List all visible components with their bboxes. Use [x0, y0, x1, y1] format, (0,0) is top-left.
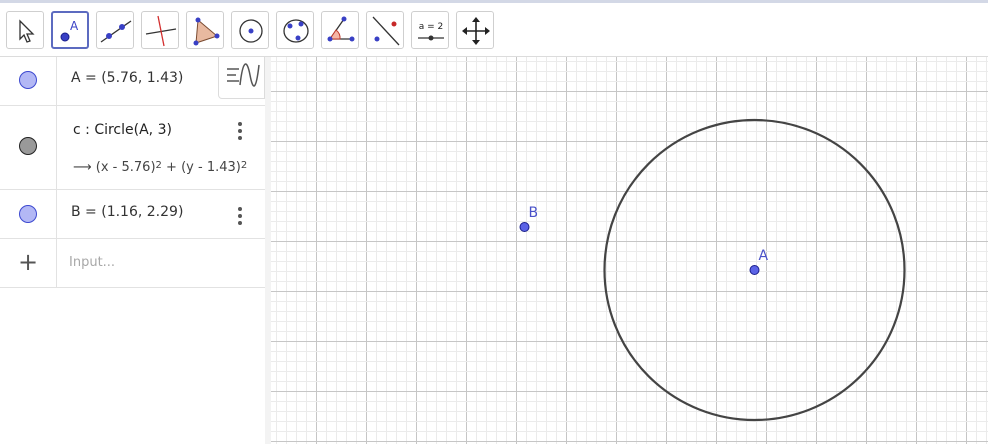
grid: [271, 57, 988, 444]
cursor-arrow-icon: [19, 19, 35, 43]
plus-icon[interactable]: +: [18, 250, 38, 274]
angle-tool-button[interactable]: [321, 11, 359, 49]
algebra-definition-c[interactable]: c : Circle(A, 3): [73, 122, 172, 138]
point-a[interactable]: [749, 265, 760, 275]
reflect-about-line-icon: [372, 16, 400, 46]
perpendicular-line-icon: [145, 15, 177, 47]
polygon-tool-button[interactable]: [186, 11, 224, 49]
visibility-marble-b[interactable]: [19, 205, 37, 223]
visibility-marble-a[interactable]: [19, 71, 37, 89]
algebra-expression-a[interactable]: A = (5.76, 1.43): [71, 70, 183, 86]
circle-three-points-icon: [283, 19, 309, 43]
point-label-a: A: [759, 248, 769, 264]
slider-icon: a = 2: [418, 22, 444, 41]
line-tool-button[interactable]: [96, 11, 134, 49]
slider-tool-label: a = 2: [419, 22, 444, 32]
point-tool-letter: A: [70, 19, 79, 33]
point-label-b: B: [529, 205, 539, 221]
algebra-input-field[interactable]: Input...: [69, 255, 115, 270]
algebra-style-button[interactable]: [218, 57, 265, 99]
reflect-tool-button[interactable]: [366, 11, 404, 49]
circle-with-center-icon: [239, 19, 263, 43]
algebra-description-icon: [227, 63, 260, 87]
move-arrows-icon: [462, 17, 490, 45]
algebra-row-point-b[interactable]: B = (1.16, 2.29): [0, 190, 265, 239]
algebra-row-point-a[interactable]: A = (5.76, 1.43): [0, 57, 265, 106]
algebra-input-row[interactable]: + Input...: [0, 239, 265, 288]
move-tool-button[interactable]: [6, 11, 44, 49]
circle-with-center-tool-button[interactable]: [231, 11, 269, 49]
point-icon: A: [60, 19, 79, 42]
perpendicular-line-tool-button[interactable]: [141, 11, 179, 49]
line-icon: [100, 20, 132, 43]
algebra-expression-b[interactable]: B = (1.16, 2.29): [71, 204, 183, 220]
graphics-view[interactable]: AB: [271, 57, 988, 444]
angle-icon: [327, 16, 355, 42]
point-b[interactable]: [519, 222, 530, 232]
points-layer: AB: [519, 205, 769, 275]
polygon-icon: [193, 17, 220, 46]
move-graphics-view-tool-button[interactable]: [456, 11, 494, 49]
more-menu-icon[interactable]: [238, 122, 242, 143]
circle-through-points-tool-button[interactable]: [276, 11, 314, 49]
algebra-view: A = (5.76, 1.43) c : Circle(A, 3) ⟶ (x -…: [0, 57, 266, 444]
point-tool-button[interactable]: A: [51, 11, 89, 49]
visibility-marble-c[interactable]: [19, 137, 37, 155]
more-menu-icon[interactable]: [238, 207, 242, 228]
toolbar: A a = 2: [0, 0, 988, 57]
slider-tool-button[interactable]: a = 2: [411, 11, 449, 49]
algebra-value-c: ⟶ (x - 5.76)2 + (y - 1.43)2: [73, 160, 248, 175]
algebra-row-circle-c[interactable]: c : Circle(A, 3) ⟶ (x - 5.76)2 + (y - 1.…: [0, 106, 265, 190]
